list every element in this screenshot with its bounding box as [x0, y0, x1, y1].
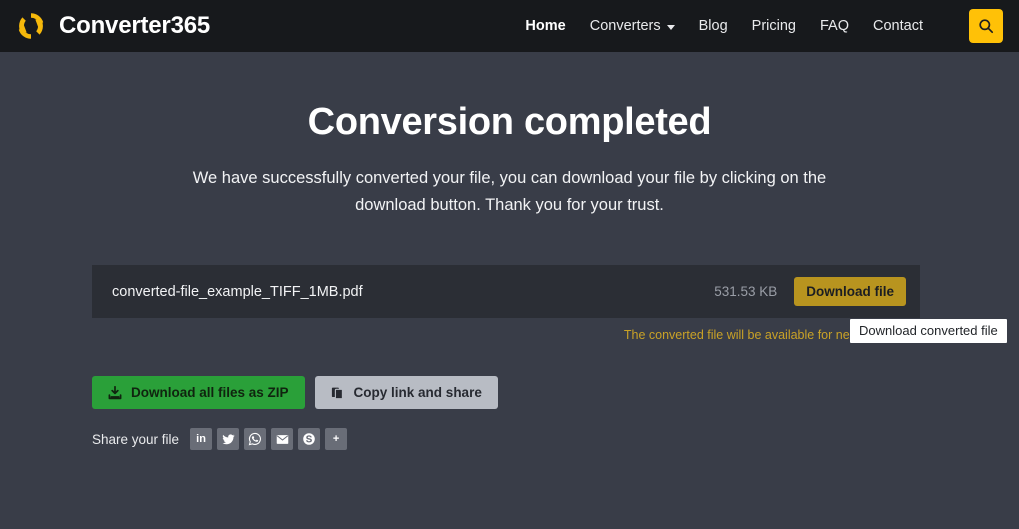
chevron-down-icon: [666, 24, 675, 30]
linkedin-glyph: in: [196, 433, 206, 445]
linkedin-icon[interactable]: in: [190, 428, 213, 450]
brand-logo-link[interactable]: Converter365: [14, 9, 210, 43]
copy-link-share-label: Copy link and share: [353, 385, 482, 400]
plus-icon[interactable]: +: [325, 428, 348, 450]
main-content: Conversion completed We have successfull…: [0, 52, 1019, 450]
plus-glyph: +: [332, 433, 340, 445]
search-icon: [978, 18, 994, 34]
nav-item-pricing-label: Pricing: [751, 18, 796, 34]
action-buttons: Download all files as ZIP Copy link and …: [0, 376, 1019, 409]
nav-item-contact[interactable]: Contact: [873, 18, 923, 34]
nav-item-pricing[interactable]: Pricing: [752, 18, 796, 34]
twitter-icon[interactable]: [217, 428, 240, 450]
nav-item-faq-label: FAQ: [820, 18, 850, 34]
page-subtitle: We have successfully converted your file…: [192, 169, 827, 214]
note-row: The converted file will be available for…: [92, 318, 1007, 344]
copy-link-share-button[interactable]: Copy link and share: [314, 376, 498, 409]
file-area: converted-file_example_TIFF_1MB.pdf 531.…: [0, 265, 1019, 344]
page-title: Conversion completed: [307, 101, 712, 143]
nav-item-converters-label: Converters: [589, 18, 661, 34]
refresh-cycle-icon: [14, 9, 48, 43]
nav-item-home[interactable]: Home: [525, 18, 565, 34]
nav-item-blog[interactable]: Blog: [699, 18, 728, 34]
site-header: Converter365 Home Converters Blog Pricin…: [0, 0, 1019, 52]
download-all-zip-button[interactable]: Download all files as ZIP: [92, 376, 305, 409]
share-label: Share your file: [92, 431, 180, 447]
main-nav: Home Converters Blog Pricing FAQ Contact: [525, 9, 1003, 43]
copy-icon: [331, 386, 345, 400]
nav-item-contact-label: Contact: [873, 18, 923, 34]
download-file-button[interactable]: Download file: [794, 277, 906, 306]
file-size: 531.53 KB: [714, 284, 778, 299]
skype-icon[interactable]: [298, 428, 321, 450]
nav-item-home-label: Home: [525, 18, 566, 34]
email-icon[interactable]: [271, 428, 294, 450]
file-name: converted-file_example_TIFF_1MB.pdf: [112, 283, 363, 300]
search-button[interactable]: [969, 9, 1003, 43]
download-tooltip: Download converted file: [850, 319, 1007, 343]
nav-item-converters[interactable]: Converters: [590, 18, 675, 34]
share-icon-list: in +: [190, 428, 348, 450]
nav-item-faq[interactable]: FAQ: [820, 18, 849, 34]
download-icon: [108, 385, 122, 400]
share-row: Share your file in +: [0, 428, 1019, 450]
nav-item-blog-label: Blog: [698, 18, 728, 34]
file-row: converted-file_example_TIFF_1MB.pdf 531.…: [92, 265, 920, 318]
whatsapp-icon[interactable]: [244, 428, 267, 450]
download-all-zip-label: Download all files as ZIP: [131, 385, 289, 400]
brand-name: Converter365: [59, 12, 211, 39]
